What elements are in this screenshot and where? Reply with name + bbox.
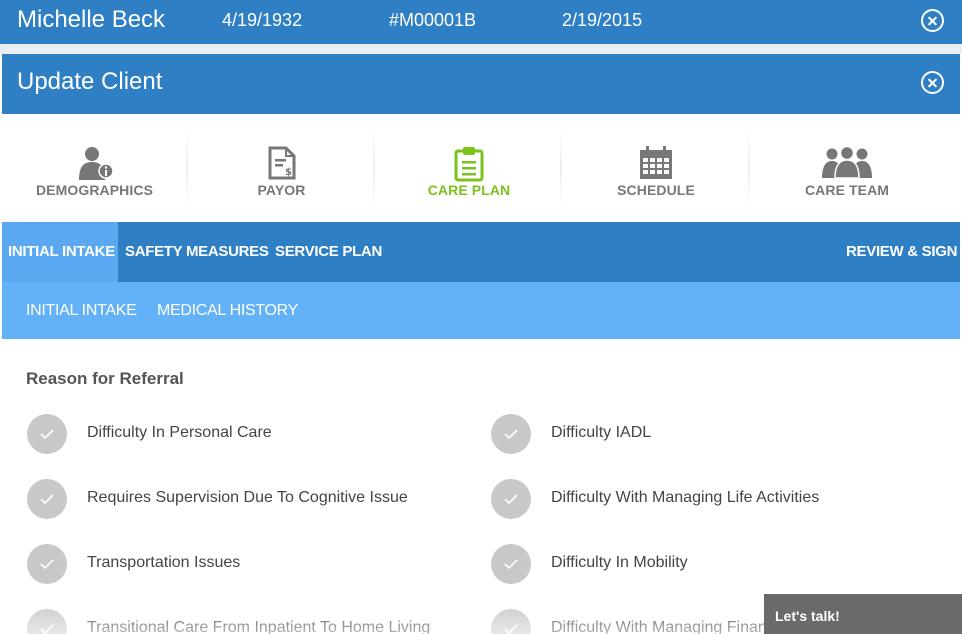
option-label[interactable]: Difficulty With Managing Finan — [551, 619, 767, 634]
check-toggle[interactable] — [27, 609, 67, 634]
tab-care-plan-label: CARE PLAN — [427, 182, 511, 198]
divider — [0, 44, 962, 54]
check-icon — [40, 559, 54, 570]
check-toggle[interactable] — [491, 414, 531, 454]
tab-demographics-label: DEMOGRAPHICS — [35, 182, 154, 198]
chat-label: Let's talk! — [775, 608, 840, 624]
check-icon — [40, 624, 54, 634]
close-modal-icon[interactable] — [921, 71, 944, 94]
check-icon — [504, 494, 518, 505]
patient-bar: Michelle Beck 4/19/1932 #M00001B 2/19/20… — [0, 0, 962, 44]
clipboard-icon — [453, 146, 485, 187]
modal-header: Update Client — [2, 54, 960, 114]
patient-name: Michelle Beck — [17, 6, 166, 33]
check-icon — [40, 429, 54, 440]
option-label[interactable]: Difficulty In Mobility — [551, 554, 688, 572]
tab-care-plan[interactable]: CARE PLAN — [375, 114, 563, 222]
option-label[interactable]: Difficulty In Personal Care — [87, 424, 272, 442]
tab-schedule-label: SCHEDULE — [617, 182, 695, 198]
subsub-medical-history[interactable]: MEDICAL HISTORY — [157, 282, 298, 339]
check-icon — [504, 624, 518, 634]
check-toggle[interactable] — [27, 479, 67, 519]
subnav-review-sign[interactable]: REVIEW & SIGN — [846, 222, 957, 282]
tab-demographics[interactable]: DEMOGRAPHICS — [2, 114, 187, 222]
invoice-icon: $ — [268, 146, 296, 185]
care-plan-subnav: INITIAL INTAKE SAFETY MEASURES SERVICE P… — [2, 222, 960, 282]
subnav-safety-measures[interactable]: SAFETY MEASURES — [125, 222, 269, 282]
main-tabs: DEMOGRAPHICS $ PAYOR CARE PLAN SCHEDULE … — [2, 114, 960, 222]
calendar-icon — [639, 146, 673, 185]
subsub-initial-intake[interactable]: INITIAL INTAKE — [26, 282, 137, 339]
check-toggle[interactable] — [491, 479, 531, 519]
subnav-initial-intake[interactable]: INITIAL INTAKE — [2, 222, 118, 282]
intake-subnav: INITIAL INTAKE MEDICAL HISTORY — [2, 282, 960, 339]
people-group-icon — [820, 145, 874, 183]
check-toggle[interactable] — [491, 544, 531, 584]
modal-title: Update Client — [17, 68, 163, 95]
referral-section: Reason for Referral Difficulty In Person… — [2, 339, 960, 634]
option-label[interactable]: Transitional Care From Inpatient To Home… — [87, 619, 430, 634]
svg-text:$: $ — [285, 167, 292, 178]
tab-payor[interactable]: $ PAYOR — [188, 114, 375, 222]
person-info-icon — [75, 146, 115, 185]
check-toggle[interactable] — [491, 609, 531, 634]
subnav-service-plan[interactable]: SERVICE PLAN — [275, 222, 382, 282]
tab-care-team-label: CARE TEAM — [804, 182, 890, 198]
tab-schedule[interactable]: SCHEDULE — [562, 114, 750, 222]
check-icon — [504, 429, 518, 440]
option-label[interactable]: Transportation Issues — [87, 554, 240, 572]
option-label[interactable]: Requires Supervision Due To Cognitive Is… — [87, 489, 408, 507]
check-icon — [504, 559, 518, 570]
check-toggle[interactable] — [27, 414, 67, 454]
tab-care-team[interactable]: CARE TEAM — [750, 114, 944, 222]
patient-member-id: #M00001B — [389, 10, 477, 30]
chat-widget[interactable]: Let's talk! — [764, 594, 962, 634]
close-patient-bar-icon[interactable] — [921, 9, 944, 32]
section-title: Reason for Referral — [26, 369, 184, 388]
check-icon — [40, 494, 54, 505]
tab-payor-label: PAYOR — [257, 182, 306, 198]
patient-date: 2/19/2015 — [562, 10, 643, 30]
option-label[interactable]: Difficulty With Managing Life Activities — [551, 489, 819, 507]
check-toggle[interactable] — [27, 544, 67, 584]
option-label[interactable]: Difficulty IADL — [551, 424, 651, 442]
patient-dob: 4/19/1932 — [222, 10, 303, 30]
